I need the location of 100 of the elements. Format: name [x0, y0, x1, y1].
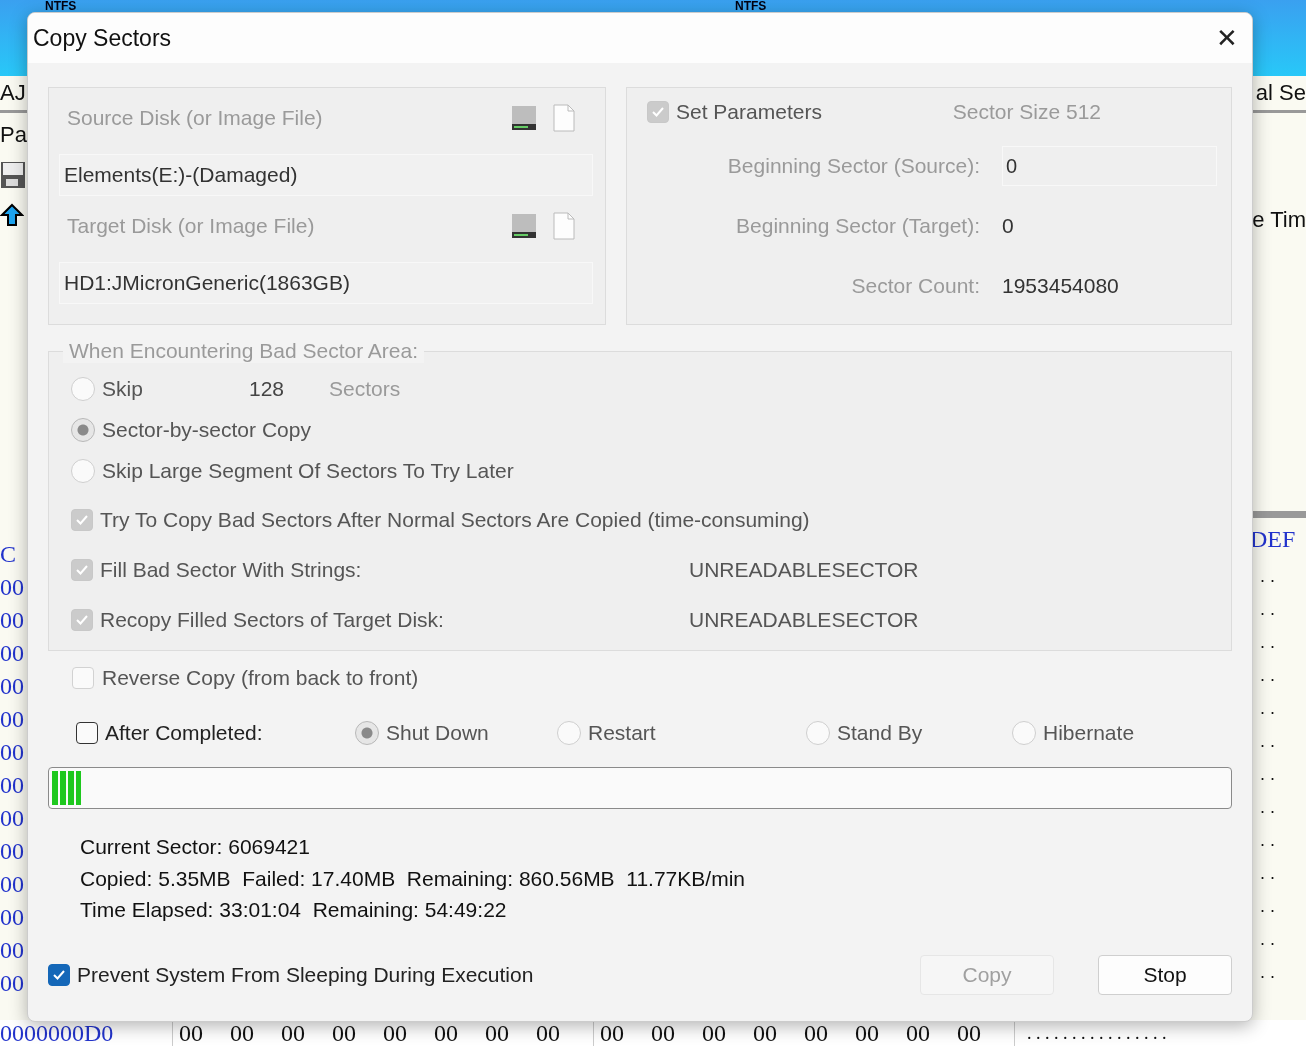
radio-button[interactable]	[1012, 721, 1036, 745]
status-text: Copied: 5.35MB Failed: 17.40MB Remaining: 860.56MB 11.77KB/min	[80, 866, 746, 892]
hex-cell-text: 00	[0, 606, 25, 635]
hex-cell-text: 00	[0, 639, 25, 668]
skip-count: 128	[249, 376, 286, 401]
checkbox[interactable]	[76, 722, 98, 744]
file-icon[interactable]	[553, 212, 575, 240]
status-text: Time Elapsed: 33:01:04 Remaining: 54:49:22	[80, 898, 508, 923]
checkbox[interactable]	[48, 963, 70, 986]
hex-cell-text: 00	[0, 573, 25, 602]
checkbox-label: Recopy Filled Sectors of Target Disk:	[100, 608, 444, 632]
column-label: Pa	[0, 121, 28, 149]
up-arrow-icon[interactable]	[0, 203, 24, 227]
ascii-cell-text: . .	[1259, 895, 1276, 918]
hex-byte: 00	[702, 1019, 727, 1046]
check-icon	[75, 514, 89, 526]
hex-byte: 00	[383, 1019, 408, 1046]
hex-cell-text: 00	[0, 672, 25, 701]
hex-header: C	[0, 539, 17, 569]
fill-string: UNREADABLESECTOR	[689, 608, 920, 632]
column-label: e Tim	[1251, 206, 1306, 234]
field-label: Sector Count:	[850, 274, 980, 298]
partition-label: NTFS	[44, 0, 78, 12]
column-label: AJ	[0, 79, 27, 107]
hex-byte: 00	[906, 1019, 931, 1046]
radio-label: Hibernate	[1043, 721, 1135, 745]
hex-byte: 00	[179, 1019, 204, 1046]
checkbox-label: Fill Bad Sector With Strings:	[100, 558, 362, 582]
hex-byte: 00	[536, 1019, 561, 1046]
hex-byte: 00	[230, 1019, 255, 1046]
hex-cell-text: 00	[0, 936, 25, 965]
ascii-cell-text: . .	[1259, 928, 1276, 951]
hex-cell-text: 00	[0, 771, 25, 800]
checkbox-label: After Completed:	[105, 721, 263, 745]
stop-button[interactable]: Stop	[1098, 954, 1232, 995]
radio-label: Restart	[588, 721, 656, 745]
checkbox-label: Try To Copy Bad Sectors After Normal Sectors Are Copied (time-consuming)	[100, 508, 810, 532]
check-icon	[651, 106, 665, 118]
ascii-text: . . . . . . . . . . . . . . . .	[1026, 1022, 1167, 1044]
hard-drive-icon[interactable]	[509, 211, 539, 241]
hex-header: DEF	[1250, 524, 1297, 554]
partition-label: NTFS	[734, 0, 768, 12]
hex-byte: 00	[957, 1019, 982, 1046]
checkbox-label: Reverse Copy (from back to front)	[102, 666, 419, 690]
hex-cell-text: 00	[0, 969, 25, 998]
ascii-cell-text: . .	[1259, 961, 1276, 984]
radio-button[interactable]	[806, 721, 830, 745]
ascii-cell-text: . .	[1259, 829, 1276, 852]
radio-label: Shut Down	[386, 721, 489, 745]
hex-byte: 00	[434, 1019, 459, 1046]
ascii-cell-text: . .	[1259, 697, 1276, 720]
check-icon	[75, 564, 89, 576]
hex-byte: 00	[855, 1019, 880, 1046]
field-value: 0	[1002, 214, 1015, 238]
disk-label: Target Disk (or Image File)	[67, 214, 315, 238]
hex-cell-text: 00	[0, 837, 25, 866]
hex-cell-text: 00	[0, 870, 25, 899]
hex-byte: 00	[332, 1019, 357, 1046]
radio-label: Skip Large Segment Of Sectors To Try Later	[102, 458, 514, 483]
radio-label: Skip	[102, 376, 144, 401]
ascii-cell-text: . .	[1259, 664, 1276, 687]
hex-byte: 00	[600, 1019, 625, 1046]
skip-unit: Sectors	[329, 376, 402, 401]
checkbox-label: Set Parameters	[676, 100, 822, 124]
field-value: 1953454080	[1002, 274, 1120, 298]
ascii-cell-text: . .	[1259, 565, 1276, 588]
fill-string: UNREADABLESECTOR	[689, 558, 920, 582]
status-text: Current Sector: 6069421	[80, 835, 311, 860]
check-icon	[52, 968, 66, 981]
ascii-cell-text: . .	[1259, 796, 1276, 819]
checkbox-label: Prevent System From Sleeping During Execution	[77, 962, 534, 987]
hex-byte: 00	[281, 1019, 306, 1046]
radio-button[interactable]	[355, 721, 379, 745]
hex-byte: 00	[753, 1019, 778, 1046]
radio-label: Sector-by-sector Copy	[102, 417, 311, 442]
close-button[interactable]: ✕	[1202, 15, 1252, 61]
ascii-cell-text: . .	[1259, 730, 1276, 753]
radio-button[interactable]	[557, 721, 581, 745]
file-icon[interactable]	[553, 104, 575, 132]
disk-label: Source Disk (or Image File)	[67, 106, 323, 130]
hard-drive-icon[interactable]	[509, 103, 539, 133]
ascii-cell-text: . .	[1259, 862, 1276, 885]
window-title: Copy Sectors	[33, 24, 172, 52]
hex-byte: 00	[485, 1019, 510, 1046]
hex-cell-text: 00	[0, 804, 25, 833]
check-icon	[75, 614, 89, 626]
field-label: Beginning Sector (Target):	[735, 214, 980, 238]
hex-byte: 00	[651, 1019, 676, 1046]
ascii-cell-text: . .	[1259, 598, 1276, 621]
hex-byte: 00	[804, 1019, 829, 1046]
column-label: al Se	[1254, 79, 1306, 107]
sector-size-text: Sector Size 512	[952, 100, 1101, 124]
ascii-cell-text: . .	[1259, 763, 1276, 786]
field-label: Beginning Sector (Source):	[726, 154, 980, 178]
hex-cell-text: 00	[0, 903, 25, 932]
hex-cell-text: 00	[0, 738, 25, 767]
hex-cell-text: 00	[0, 705, 25, 734]
radio-label: Stand By	[837, 721, 923, 745]
ascii-cell-text: . .	[1259, 631, 1276, 654]
scroll-bar	[1250, 511, 1306, 518]
